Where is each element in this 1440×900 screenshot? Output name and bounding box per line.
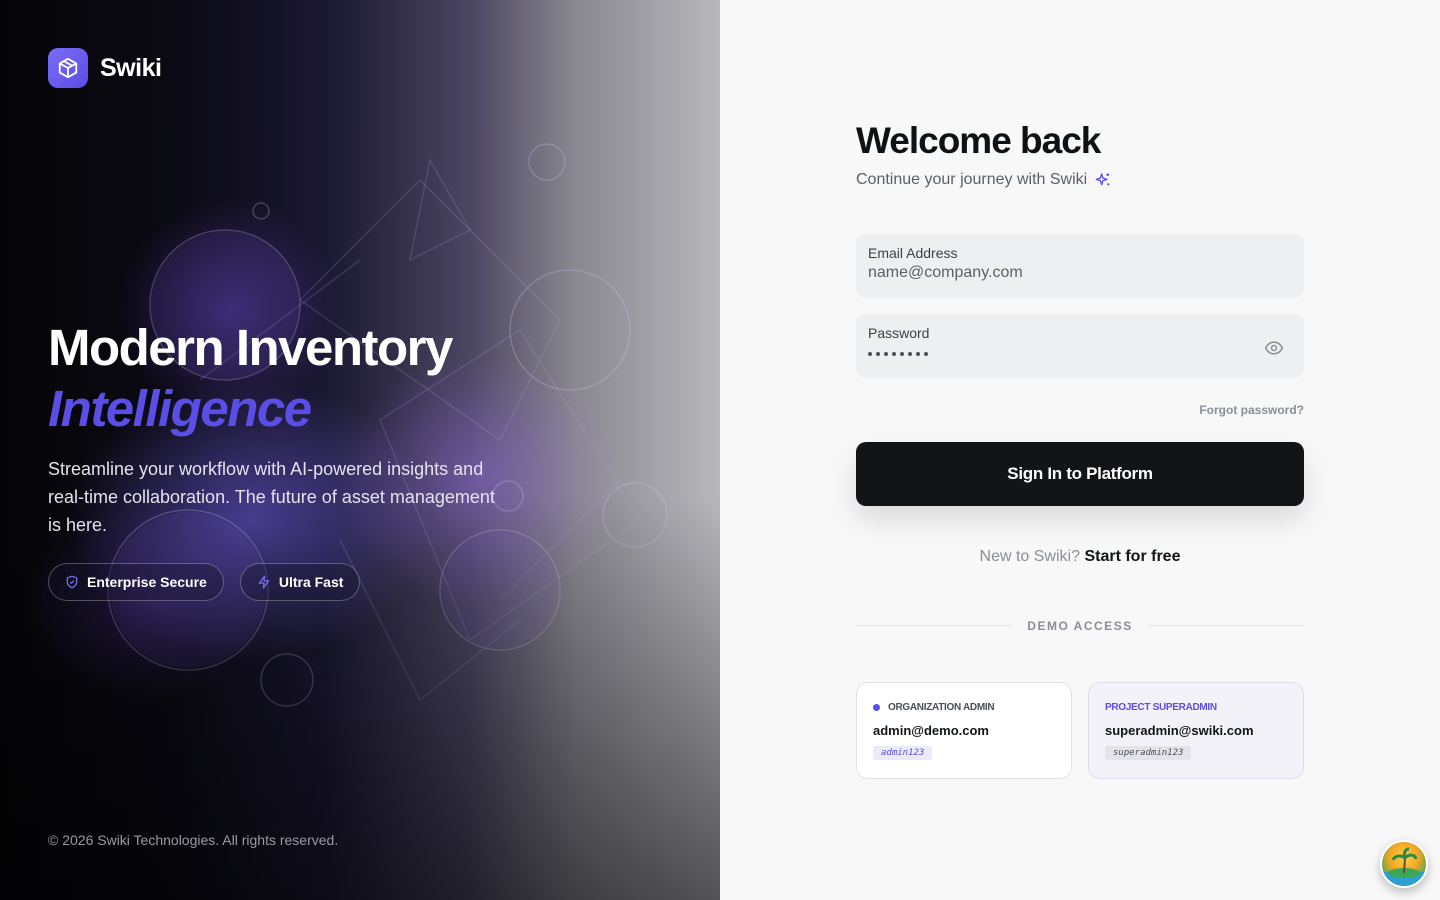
signup-prompt: New to Swiki? Start for free xyxy=(856,548,1304,566)
demo-password: admin123 xyxy=(873,746,933,760)
pill-label: Ultra Fast xyxy=(278,574,344,590)
copyright: © 2026 Swiki Technologies. All rights re… xyxy=(48,832,339,848)
demo-divider-label: DEMO ACCESS xyxy=(856,617,1304,635)
pill-enterprise-secure: Enterprise Secure xyxy=(48,563,224,601)
demo-role-label: PROJECT SUPERADMIN xyxy=(1105,702,1217,713)
pill-label: Enterprise Secure xyxy=(87,574,207,590)
password-field[interactable]: Password xyxy=(856,314,1304,378)
brand-logo[interactable]: Swiki xyxy=(48,48,162,88)
email-field[interactable]: Email Address xyxy=(856,234,1304,298)
demo-role-label: ORGANIZATION ADMIN xyxy=(888,702,995,713)
palm-island-icon xyxy=(1382,847,1426,886)
forgot-password-link[interactable]: Forgot password? xyxy=(1199,403,1304,417)
password-input[interactable] xyxy=(868,352,928,356)
signup-link[interactable]: Start for free xyxy=(1084,548,1180,565)
email-label: Email Address xyxy=(868,245,958,261)
demo-access-label: DEMO ACCESS xyxy=(1011,619,1149,633)
signup-prompt-text: New to Swiki? xyxy=(979,548,1080,565)
hero-description: Streamline your workflow with AI-powered… xyxy=(48,459,495,535)
form-heading: Welcome back xyxy=(856,120,1101,161)
pill-ultra-fast: Ultra Fast xyxy=(239,563,361,601)
assistant-avatar-button[interactable] xyxy=(1380,840,1428,888)
status-dot-icon xyxy=(873,704,880,711)
subheading-text: Continue your journey with Swiki xyxy=(856,171,1088,188)
sparkle-icon xyxy=(1095,173,1110,186)
demo-card-project-superadmin[interactable]: PROJECT SUPERADMIN superadmin@swiki.com … xyxy=(1088,682,1304,779)
feature-pills: Enterprise Secure Ultra Fast xyxy=(48,563,361,601)
form-subheading: Continue your journey with Swiki xyxy=(856,171,1111,189)
demo-role: PROJECT SUPERADMIN xyxy=(1105,702,1217,713)
cube-icon xyxy=(48,48,88,88)
demo-email: admin@demo.com xyxy=(873,723,989,738)
demo-role: ORGANIZATION ADMIN xyxy=(873,702,995,713)
eye-icon[interactable] xyxy=(1264,338,1284,358)
demo-card-org-admin[interactable]: ORGANIZATION ADMIN admin@demo.com admin1… xyxy=(856,682,1072,779)
demo-password: superadmin123 xyxy=(1105,746,1192,760)
demo-email: superadmin@swiki.com xyxy=(1105,723,1254,738)
hero-title: Modern Inventory xyxy=(48,319,453,376)
hero-panel: Swiki Modern Inventory Intelligence Stre… xyxy=(0,0,720,900)
password-label: Password xyxy=(868,325,930,341)
brand-name: Swiki xyxy=(100,53,162,82)
hero-accent: Intelligence xyxy=(48,380,312,437)
hero-fade-overlay xyxy=(0,0,720,900)
email-input[interactable] xyxy=(868,264,1248,282)
shield-icon xyxy=(66,575,78,589)
lightning-icon xyxy=(258,575,270,589)
login-panel: Welcome back Continue your journey with … xyxy=(720,0,1440,900)
sign-in-button[interactable]: Sign In to Platform xyxy=(856,442,1304,506)
